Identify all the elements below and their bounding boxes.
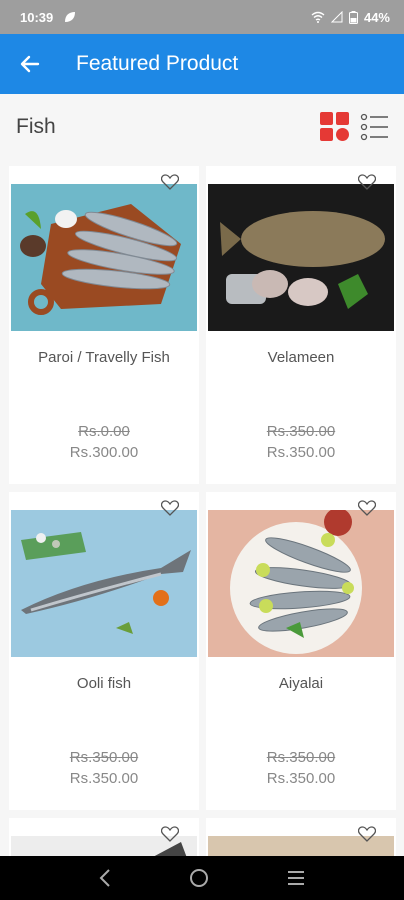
list-view-icon[interactable] [360,112,390,142]
product-price: Rs.350.00 [266,444,336,461]
product-price: Rs.350.00 [69,770,139,787]
product-old-price: Rs.0.00 [78,423,130,440]
battery-percent: 44% [363,9,390,25]
product-image [208,510,394,657]
heart-icon[interactable] [161,500,179,516]
heart-icon[interactable] [161,826,179,842]
status-time: 10:39 [20,9,54,25]
heart-icon[interactable] [161,174,179,190]
wifi-icon [311,11,325,23]
status-right: 44% [311,10,390,25]
product-name: Velameen [267,349,335,366]
heart-icon[interactable] [358,174,376,190]
product-name: Ooli fish [76,675,132,692]
product-image [11,510,197,657]
system-nav-bar [0,856,404,900]
page-title: Featured Product [76,52,239,75]
product-image [208,184,394,331]
heart-icon[interactable] [358,826,376,842]
product-name: Paroi / Travelly Fish [38,349,170,366]
heart-icon[interactable] [358,500,376,516]
product-card[interactable]: Velameen Rs.350.00 Rs.350.00 [206,166,396,484]
signal-icon [330,11,343,23]
view-toggles [320,112,390,142]
category-title: Fish [16,115,56,138]
app-bar: Featured Product [0,34,404,94]
nav-back-icon[interactable] [98,869,112,887]
arrow-back-icon [20,55,40,73]
product-old-price: Rs.350.00 [266,423,336,440]
nav-recents-icon[interactable] [286,870,306,886]
product-card[interactable]: Aiyalai Rs.350.00 Rs.350.00 [206,492,396,810]
back-button[interactable] [0,34,60,94]
product-name: Aiyalai [278,675,324,692]
product-card[interactable] [206,818,396,858]
product-image [11,184,197,331]
leaf-icon [65,12,76,22]
category-header: Fish [0,94,404,160]
grid-view-icon[interactable] [320,112,350,142]
product-price: Rs.350.00 [266,770,336,787]
status-bar: 10:39 44% [0,0,404,34]
product-card[interactable]: Ooli fish Rs.350.00 Rs.350.00 [9,492,199,810]
nav-home-icon[interactable] [189,868,209,888]
product-price: Rs.300.00 [69,444,139,461]
product-card[interactable] [9,818,199,858]
product-old-price: Rs.350.00 [266,749,336,766]
product-old-price: Rs.350.00 [69,749,139,766]
product-card[interactable]: Paroi / Travelly Fish Rs.0.00 Rs.300.00 [9,166,199,484]
battery-icon [348,10,358,24]
